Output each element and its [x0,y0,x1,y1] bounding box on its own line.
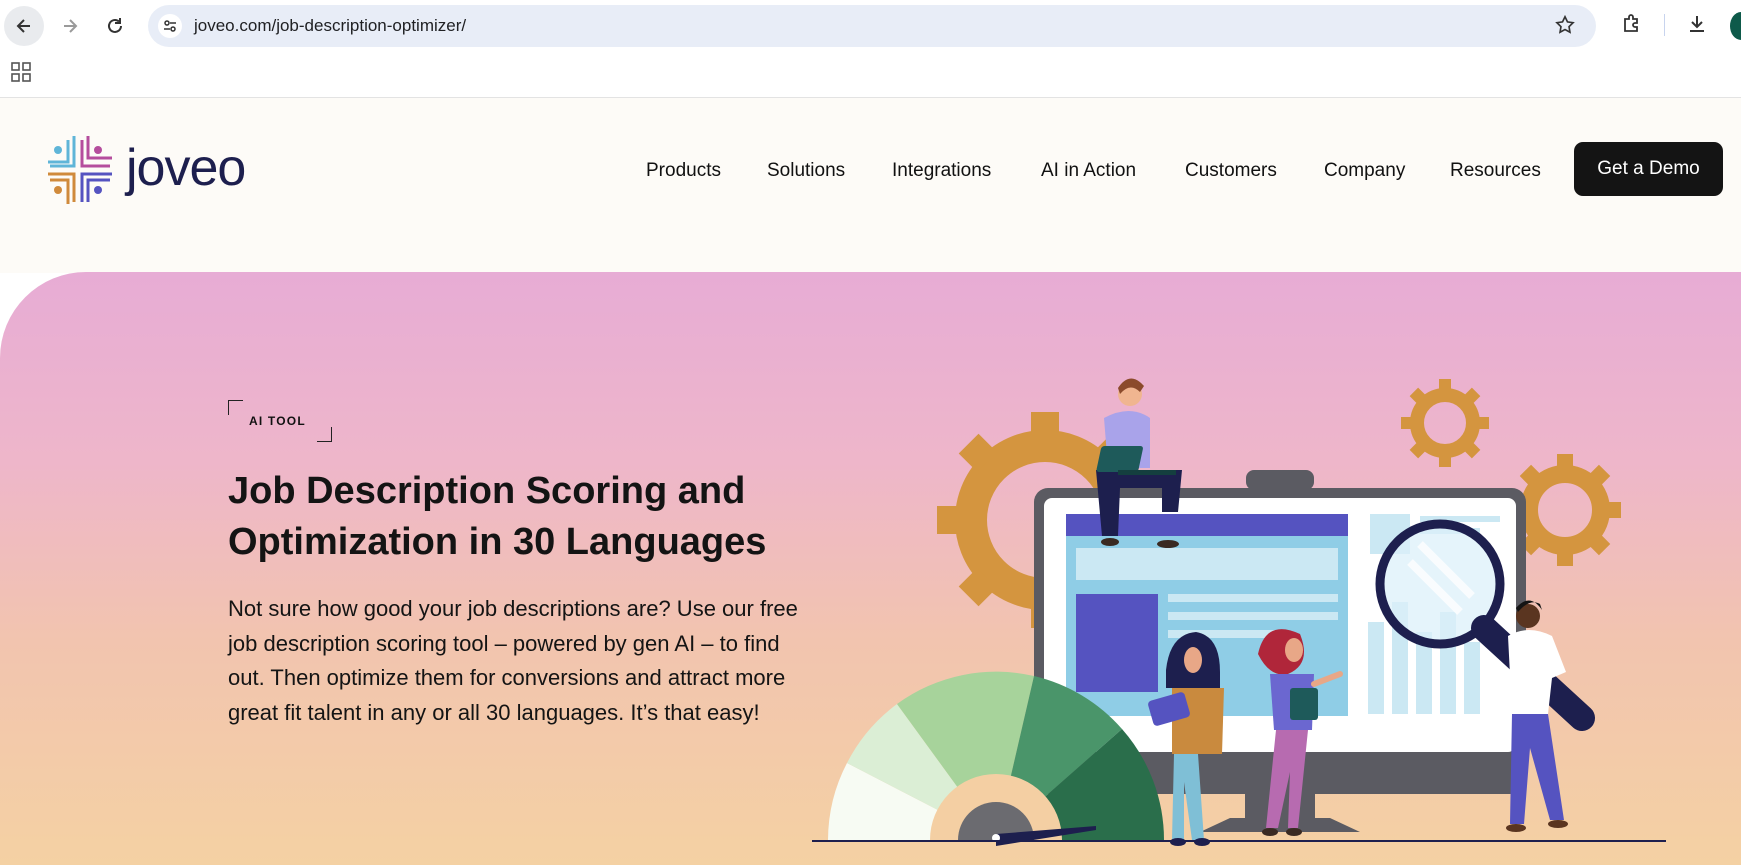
reload-button[interactable] [95,6,135,46]
browser-toolbar: joveo.com/job-description-optimizer/ [0,0,1741,98]
reload-icon [108,18,122,33]
apps-grid-icon[interactable] [11,62,31,82]
toolbar-separator [1664,14,1665,36]
get-a-demo-button[interactable]: Get a Demo [1574,142,1723,196]
download-icon[interactable] [1685,12,1709,36]
nav-ai-in-action[interactable]: AI in Action [1041,160,1136,182]
hero-description: Not sure how good your job descriptions … [228,596,798,725]
back-arrow-icon [16,19,30,33]
nav-customers[interactable]: Customers [1185,160,1277,182]
joveo-logo-icon[interactable] [46,136,116,206]
person-with-magnifier-illustration [1506,600,1568,832]
nav-company[interactable]: Company [1324,160,1405,182]
hero-section: AI TOOL Job Description Scoring and Opti… [0,272,1741,865]
bookmark-star-icon[interactable] [1554,14,1576,36]
address-bar[interactable]: joveo.com/job-description-optimizer/ [148,5,1596,47]
nav-products[interactable]: Products [646,160,721,182]
hero-illustration [812,378,1666,846]
site-header: joveo Products Solutions Integrations AI… [0,98,1741,273]
forward-arrow-icon [64,19,78,33]
site-settings-button[interactable] [158,14,182,38]
back-button[interactable] [4,6,44,46]
small-gear-icon [1401,379,1489,467]
forward-button[interactable] [50,6,90,46]
logo-wordmark[interactable]: joveo [126,138,246,198]
ai-tool-label: AI TOOL [249,414,306,428]
nav-integrations[interactable]: Integrations [892,160,991,182]
site-settings-icon [164,20,176,32]
ai-tool-tag: AI TOOL [228,400,332,442]
profile-avatar[interactable] [1730,12,1741,40]
nav-solutions[interactable]: Solutions [767,160,845,182]
nav-resources[interactable]: Resources [1450,160,1541,182]
url-text[interactable]: joveo.com/job-description-optimizer/ [194,16,466,36]
hero-headline: Job Description Scoring and Optimization… [228,470,767,563]
extensions-icon[interactable] [1620,12,1644,36]
